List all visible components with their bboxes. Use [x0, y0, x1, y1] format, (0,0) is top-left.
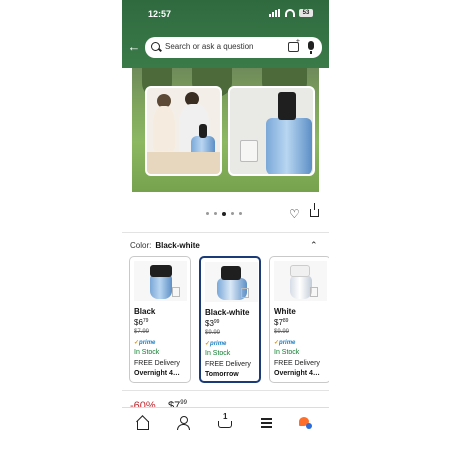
prime-badge: ✓prime [274, 340, 296, 346]
color-label: Color: [130, 241, 152, 250]
variant-price: $789 [274, 318, 289, 327]
status-bar: 12:57 53 [122, 6, 329, 22]
delivery-eta: Overnight 4… [274, 370, 320, 377]
variant-name: White [274, 307, 296, 316]
delivery-text: FREE Delivery [205, 361, 251, 368]
assistant-icon[interactable] [299, 416, 313, 430]
variant-price: $679 [134, 318, 149, 327]
product-photo-closeup [228, 86, 315, 176]
color-value: Black-white [155, 241, 200, 250]
share-icon[interactable] [310, 203, 319, 217]
bottom-nav: 1 [122, 407, 329, 450]
search-placeholder: Search or ask a question [165, 42, 254, 51]
variant-name: Black [134, 307, 156, 316]
carousel-dot[interactable] [214, 212, 217, 215]
delivery-eta: Tomorrow [205, 371, 239, 378]
divider [122, 232, 329, 233]
variant-card-black[interactable]: Black $679 $7.99 ✓prime In Stock FREE De… [129, 256, 191, 383]
variant-was-price: $9.99 [205, 330, 221, 336]
microphone-icon[interactable] [308, 41, 314, 54]
search-input[interactable]: Search or ask a question [145, 37, 322, 58]
camera-search-icon[interactable] [288, 38, 300, 52]
stock-status: In Stock [134, 349, 160, 356]
variant-list: Black $679 $7.99 ✓prime In Stock FREE De… [129, 256, 329, 384]
account-icon[interactable] [177, 416, 191, 430]
status-icons: 53 [269, 9, 313, 17]
header-bar: 12:57 53 ← Search or ask a question [122, 0, 329, 68]
product-image[interactable] [132, 68, 319, 192]
carousel-dot[interactable] [239, 212, 242, 215]
variant-image [205, 262, 258, 302]
status-time: 12:57 [148, 9, 172, 19]
app-screen: 12:57 53 ← Search or ask a question + ♡ … [122, 0, 329, 450]
carousel-dot[interactable] [231, 212, 234, 215]
carousel-dot-active[interactable] [222, 211, 226, 216]
heart-icon[interactable]: ♡ [289, 208, 300, 220]
delivery-text: FREE Delivery [274, 360, 320, 367]
home-icon[interactable] [136, 416, 150, 430]
search-row: ← Search or ask a question [122, 35, 329, 59]
divider [122, 390, 329, 391]
variant-was-price: $9.99 [274, 329, 290, 335]
variant-card-black-white[interactable]: Black-white $399 $9.99 ✓prime In Stock F… [199, 256, 261, 383]
menu-icon[interactable] [260, 416, 274, 430]
stock-status: In Stock [205, 350, 231, 357]
color-selector-header: Color: Black-white [130, 241, 200, 250]
variant-was-price: $7.99 [134, 329, 150, 335]
signal-icon [269, 9, 281, 17]
carousel-dot[interactable] [206, 212, 209, 215]
cart-icon[interactable]: 1 [218, 412, 232, 430]
wifi-icon [285, 9, 295, 17]
delivery-text: FREE Delivery [134, 360, 180, 367]
chevron-up-icon[interactable]: ⌃ [310, 240, 318, 251]
variant-card-white[interactable]: White $789 $9.99 ✓prime In Stock FREE De… [269, 256, 329, 383]
prime-badge: ✓prime [134, 340, 156, 346]
battery-icon: 53 [299, 9, 313, 17]
stock-status: In Stock [274, 349, 300, 356]
variant-image [274, 261, 327, 301]
variant-price: $399 [205, 319, 220, 328]
prime-badge: ✓prime [205, 341, 227, 347]
cart-count: 1 [223, 412, 228, 421]
search-icon [151, 42, 160, 51]
carousel-dots [206, 211, 242, 216]
product-photo-kitchen [145, 86, 222, 176]
variant-name: Black-white [205, 308, 250, 317]
back-arrow-icon[interactable]: ← [126, 39, 142, 55]
variant-image [134, 261, 187, 301]
delivery-eta: Overnight 4… [134, 370, 180, 377]
